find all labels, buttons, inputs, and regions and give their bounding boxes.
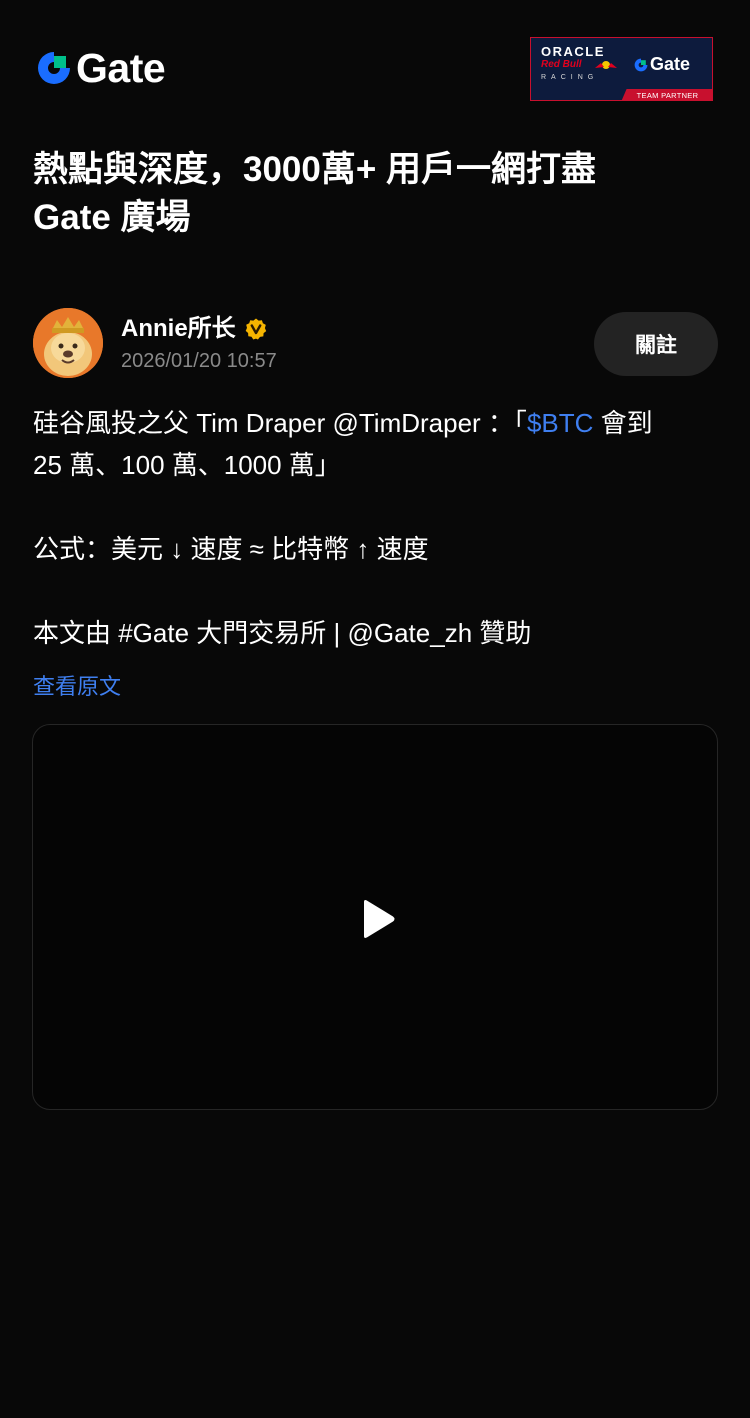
author-row: Annie所长 2026/01/20 10:57 關註 — [33, 308, 718, 380]
follow-button[interactable]: 關註 — [594, 312, 718, 376]
partner-gate-text: Gate — [650, 54, 691, 74]
post-line: 硅谷風投之父 Tim Draper @TimDraper ：「$BTC 會到 — [33, 402, 723, 444]
verified-badge-icon — [245, 318, 266, 340]
author-name-row: Annie所长 — [121, 314, 268, 344]
btc-ticker-link[interactable]: $BTC — [527, 408, 593, 438]
gate-logo-icon — [634, 58, 648, 71]
avatar-image — [33, 308, 103, 378]
headline-line-1: 熱點與深度，3000萬+ 用戶一網打盡 — [33, 150, 597, 189]
team-partner-badge[interactable]: ORACLE Red Bull RACING Gate TEAM PARTNER — [530, 37, 713, 101]
post-line-1-suffix: 會到 — [593, 408, 653, 438]
page-headline: 熱點與深度，3000萬+ 用戶一網打盡 Gate 廣場 — [33, 146, 723, 242]
post-line-2: 25 萬、100 萬、1000 萬」 — [33, 450, 341, 480]
post-line-1-prefix: 硅谷風投之父 Tim Draper @TimDraper ：「 — [33, 408, 527, 438]
red-bull-icon — [595, 61, 617, 69]
view-original-link[interactable]: 查看原文 — [33, 673, 121, 701]
video-player[interactable] — [32, 724, 718, 1110]
gate-logo-icon — [38, 52, 70, 84]
headline-line-2: Gate 廣場 — [33, 198, 191, 237]
author-name[interactable]: Annie所长 — [121, 314, 236, 344]
team-partner-caption: TEAM PARTNER — [621, 89, 712, 100]
avatar[interactable] — [33, 308, 103, 378]
brand-name: Gate — [76, 45, 166, 91]
post-body: 硅谷風投之父 Tim Draper @TimDraper ：「$BTC 會到 2… — [33, 402, 723, 654]
partner-oracle-text: ORACLE — [541, 44, 605, 59]
partner-racing-text: RACING — [541, 74, 599, 81]
play-icon[interactable] — [360, 899, 396, 939]
post-line-4: 本文由 #Gate 大門交易所 | @Gate_zh 贊助 — [33, 618, 532, 648]
post-timestamp: 2026/01/20 10:57 — [121, 350, 277, 372]
partner-gate-logo: Gate — [633, 54, 690, 75]
gate-logo[interactable]: Gate — [34, 45, 166, 91]
partner-redbull-text: Red Bull — [541, 59, 582, 70]
post-line-3: 公式：美元 ↓ 速度 ≈ 比特幣 ↑ 速度 — [33, 534, 429, 564]
header: Gate ORACLE Red Bull RACING Gate TEAM PA… — [0, 0, 750, 140]
